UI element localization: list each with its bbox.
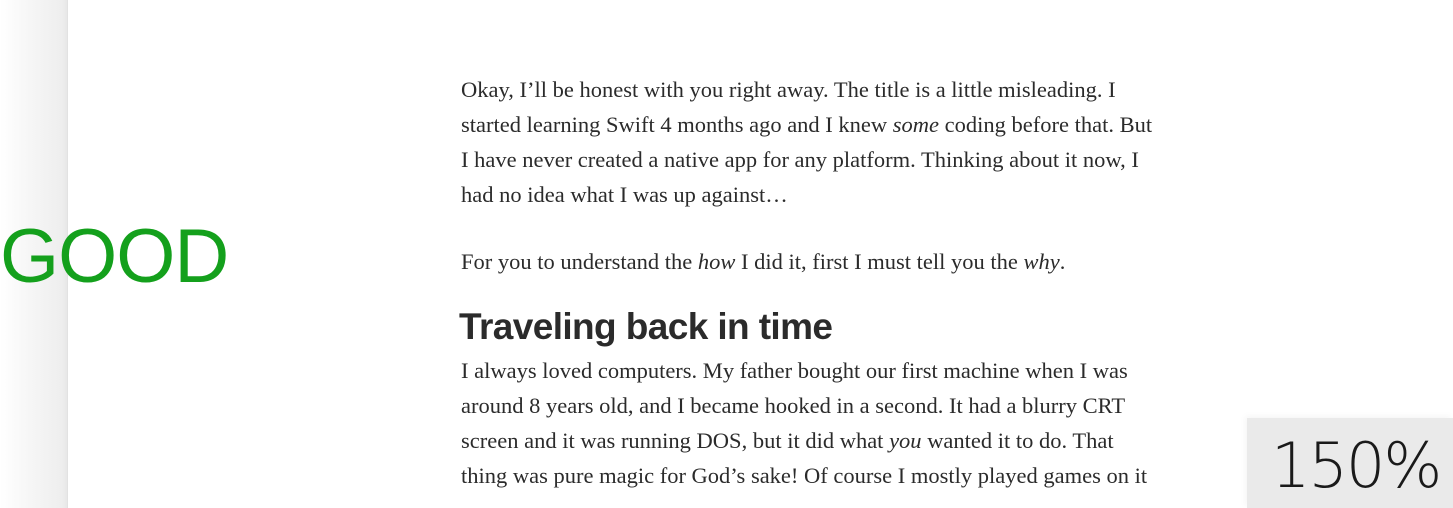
text-line: screen and it was running DOS, but it di… [461, 428, 890, 453]
emphasis-text: why [1023, 249, 1060, 274]
text-segment: I did it, first I must tell you the [735, 249, 1024, 274]
emphasis-text: how [697, 249, 736, 274]
paragraph-history: I always loved computers. My father boug… [461, 353, 1221, 493]
zoom-level-text: 150% [1271, 429, 1442, 502]
emphasis-text: some [892, 112, 940, 137]
zoom-indicator: 150% [1247, 418, 1453, 508]
text-segment: For you to understand the [461, 249, 698, 274]
text-line: wanted it to do. That [921, 428, 1114, 453]
paragraph-why: For you to understand the how I did it, … [461, 244, 1221, 279]
text-line: Okay, I’ll be honest with you right away… [461, 77, 1116, 102]
emphasis-text: you [889, 428, 922, 453]
text-line: coding before that. But [939, 112, 1153, 137]
text-segment: . [1059, 249, 1066, 274]
text-line: I always loved computers. My father boug… [461, 358, 1128, 383]
text-line: around 8 years old, and I became hooked … [461, 393, 1126, 418]
section-heading: Traveling back in time [459, 306, 833, 347]
status-label: GOOD [0, 214, 229, 299]
paragraph-intro: Okay, I’ll be honest with you right away… [461, 72, 1221, 212]
text-line: I have never created a native app for an… [461, 147, 1139, 172]
text-line: had no idea what I was up against… [461, 182, 788, 207]
text-line: started learning Swift 4 months ago and … [461, 112, 893, 137]
text-line: thing was pure magic for God’s sake! Of … [461, 463, 1148, 488]
article-body: Okay, I’ll be honest with you right away… [459, 72, 1221, 493]
